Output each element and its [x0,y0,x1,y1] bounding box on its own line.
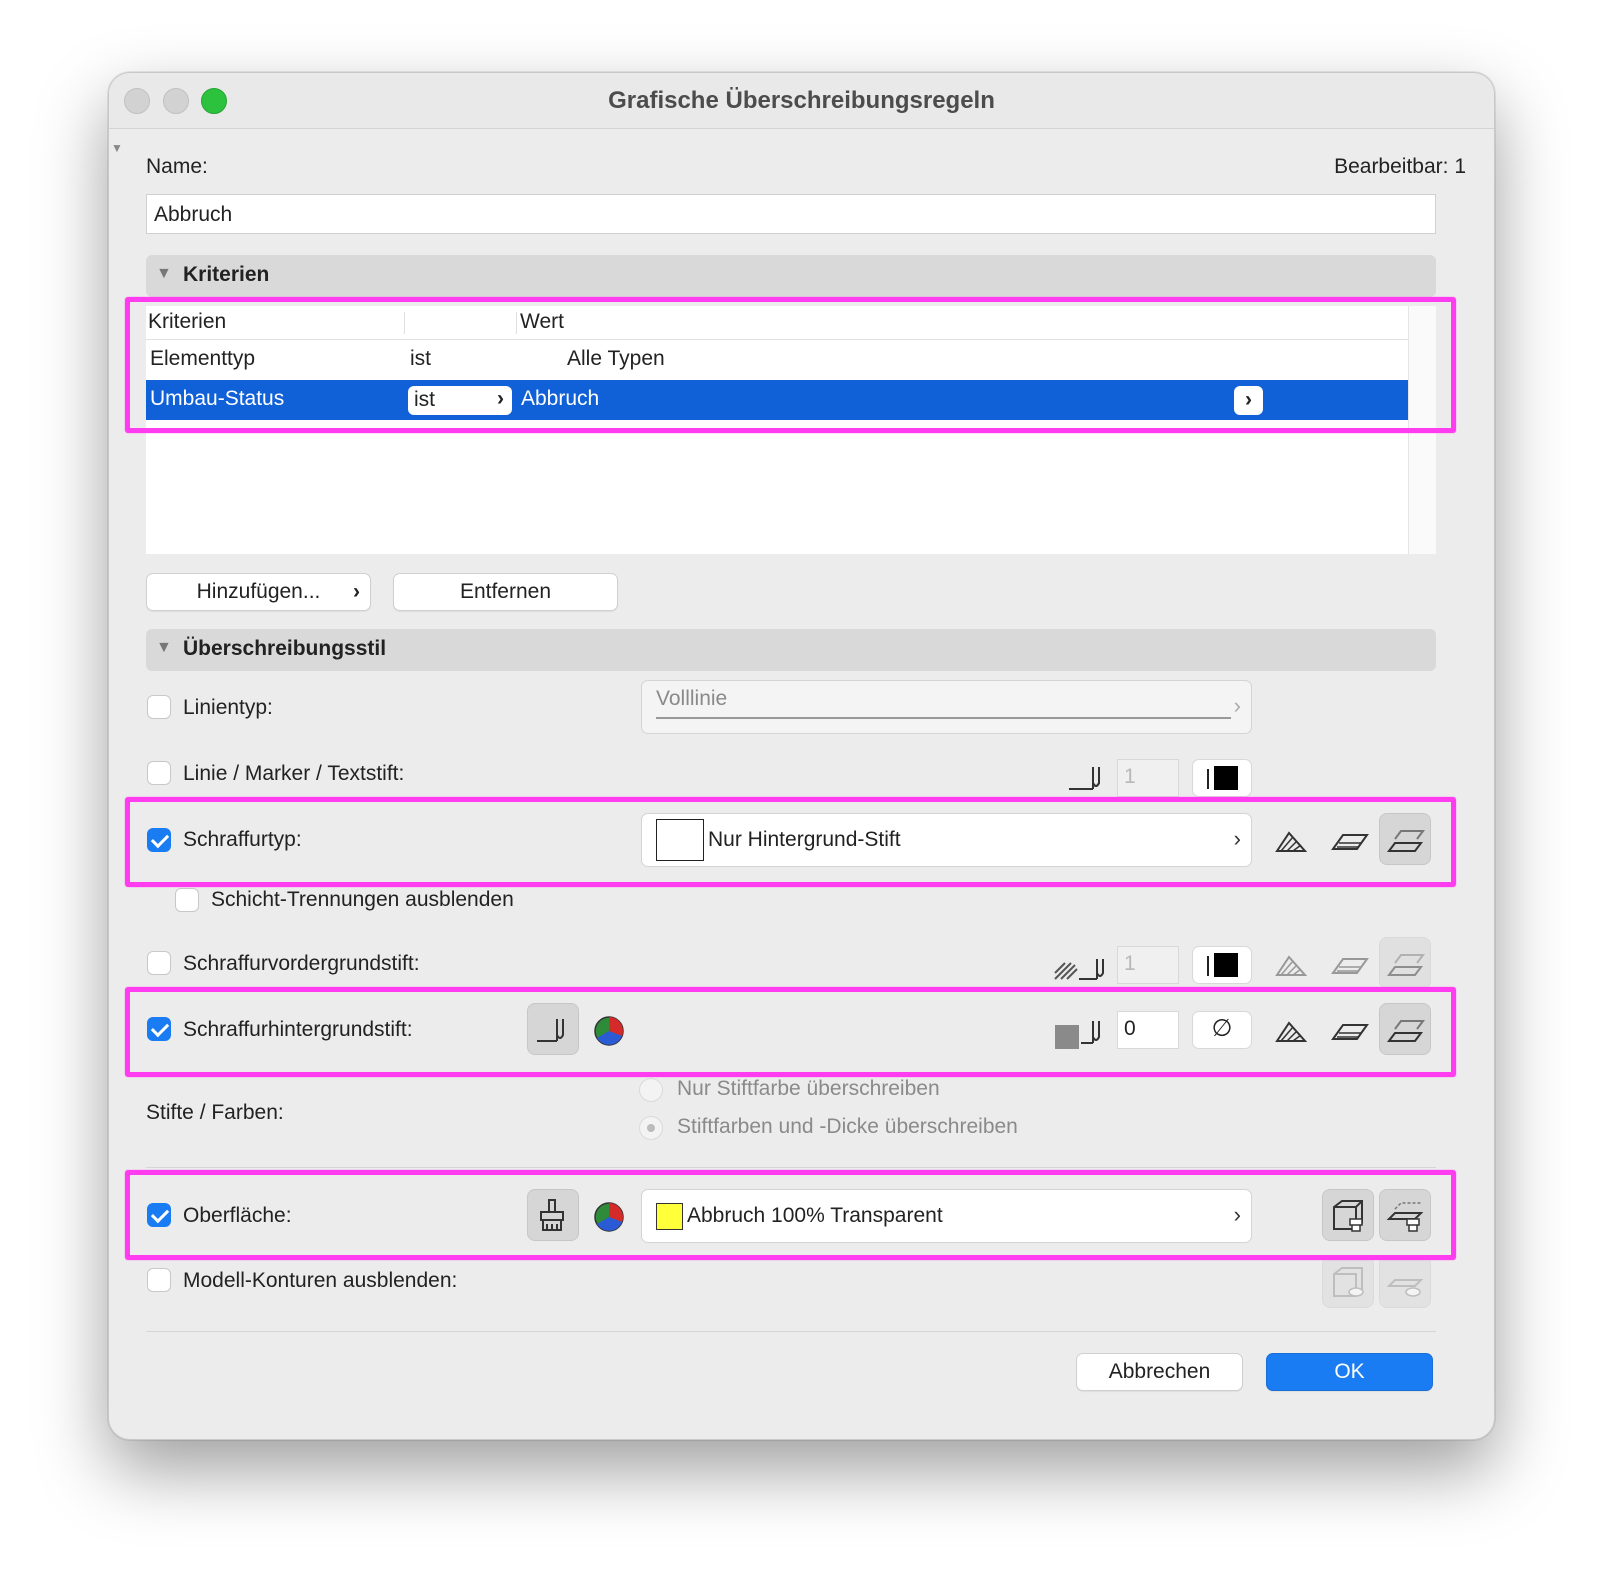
ok-button[interactable]: OK [1266,1353,1433,1391]
override-pen-color-thickness-radio[interactable] [639,1116,663,1140]
override-pen-color-thickness-label: Stiftfarben und -Dicke überschreiben [677,1115,1018,1138]
highlight-surface [125,1170,1456,1260]
footer-divider [146,1331,1436,1332]
linetype-label: Linientyp: [183,696,273,719]
section-eraser-icon [1386,1279,1424,1297]
criteria-section-header[interactable]: ▼ Kriterien [146,255,1436,297]
style-section-title: Überschreibungsstil [183,637,387,660]
window-title: Grafische Überschreibungsregeln [608,87,995,114]
fill-fg-pen-number[interactable]: 1 [1117,946,1179,984]
disclosure-triangle-icon: ▼ [156,639,172,656]
dialog-window: Grafische Überschreibungsregeln ▼ Name: … [108,72,1495,1440]
title-bar: Grafische Überschreibungsregeln [109,73,1494,129]
line-pen-label: Linie / Marker / Textstift: [183,762,405,785]
style-section-header[interactable]: ▼ Überschreibungsstil [146,629,1436,671]
hide-model-contours-checkbox[interactable] [147,1268,171,1292]
divider [146,1167,1436,1168]
corner-triangle-icon: ▼ [111,141,123,155]
contour-3d-toggle[interactable] [1322,1256,1374,1308]
hide-model-contours-label: Modell-Konturen ausblenden: [183,1269,458,1292]
pen-color-swatch [1214,953,1238,977]
cover-fill-icon[interactable] [1329,949,1369,983]
name-field[interactable]: Abbruch [146,194,1436,234]
fill-fg-pen-checkbox[interactable] [147,951,171,975]
cancel-button[interactable]: Abbrechen [1076,1353,1243,1391]
contour-section-toggle[interactable] [1379,1256,1431,1308]
solid-line-preview [656,717,1231,719]
disclosure-triangle-icon: ▼ [156,265,172,282]
drafting-fill-icon [1387,954,1425,976]
linetype-popup[interactable]: Volllinie › [641,680,1252,734]
remove-criterion-button[interactable]: Entfernen [393,573,618,611]
editable-count: Bearbeitbar: 1 [1334,155,1466,178]
pen-icon [1069,767,1100,790]
pen-color-swatch [1214,766,1238,790]
fill-fg-pen-label: Schraffurvordergrundstift: [183,952,420,975]
override-pen-color-label: Nur Stiftfarbe überschreiben [677,1077,940,1100]
cut-fill-icon[interactable] [1271,949,1311,983]
highlight-criteria-rows [125,297,1456,433]
chevron-right-icon: › [353,580,360,603]
criteria-section-title: Kriterien [183,263,270,286]
3d-box-eraser-icon [1333,1267,1364,1297]
highlight-fill-type [125,797,1456,887]
pens-colors-label: Stifte / Farben: [146,1101,284,1124]
hide-layer-separations-checkbox[interactable] [175,888,199,912]
drafting-fill-toggle[interactable] [1379,937,1431,989]
line-pen-color-button[interactable] [1192,759,1252,797]
name-label: Name: [146,155,208,178]
fill-foreground-pen-icon [1054,959,1104,980]
line-pen-checkbox[interactable] [147,761,171,785]
linetype-checkbox[interactable] [147,695,171,719]
override-pen-color-radio[interactable] [639,1078,663,1102]
linetype-value: Volllinie [656,687,728,710]
line-pen-number[interactable]: 1 [1117,759,1179,797]
highlight-fill-bg-pen [125,987,1456,1077]
hide-layer-separations-label: Schicht-Trennungen ausblenden [211,888,514,911]
add-criterion-button[interactable]: Hinzufügen... › [146,573,371,611]
fill-fg-pen-color-button[interactable] [1192,946,1252,984]
add-button-label: Hinzufügen... [196,580,321,603]
chevron-right-icon: › [1233,693,1241,718]
